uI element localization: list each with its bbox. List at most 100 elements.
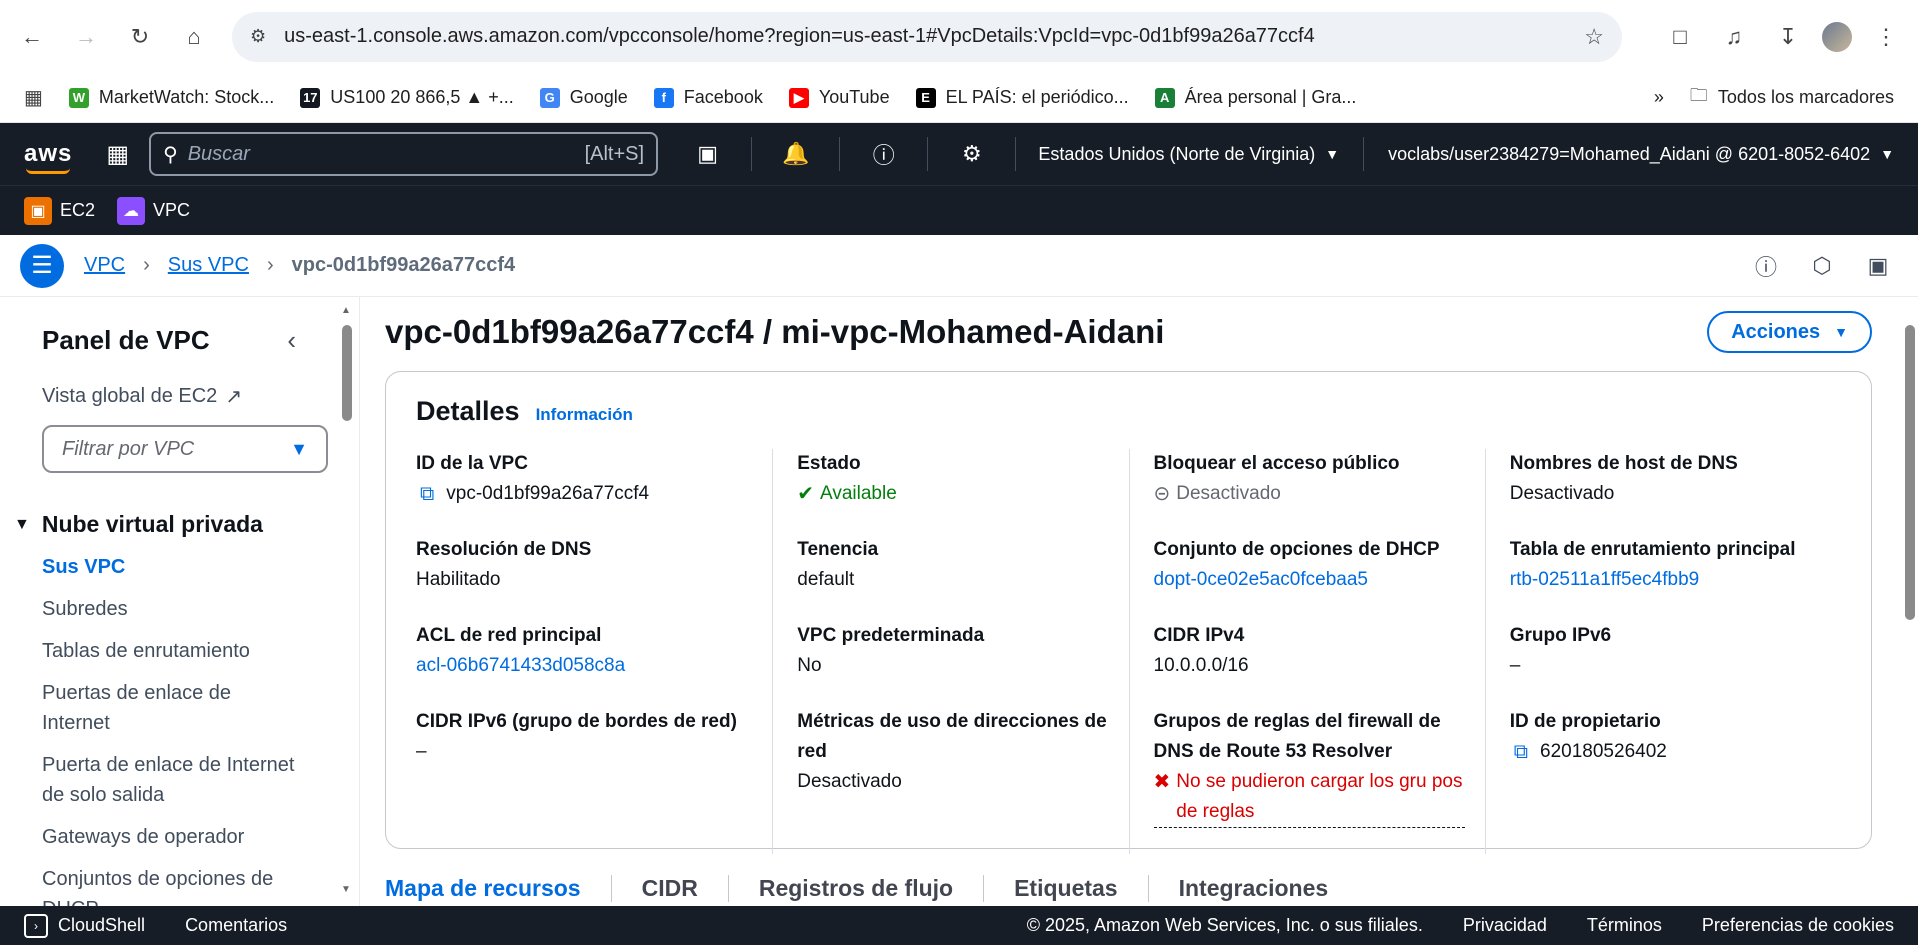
field-label: Métricas de uso de direcciones de red [797,711,1107,762]
download-icon[interactable]: ↧ [1768,17,1808,57]
cloudshell-button[interactable]: › CloudShell [24,913,145,938]
breadcrumb-current: vpc-0d1bf99a26a77ccf4 [291,254,516,276]
sidebar-item[interactable]: Subredes [42,594,300,624]
field-value[interactable]: dopt-0ce02e5ac0fcebaa5 [1154,565,1465,595]
detail-field: Tabla de enrutamiento principal rtb-02511… [1510,535,1821,595]
caret-down-icon: ▼ [1880,146,1895,162]
divider [927,137,929,171]
more-bookmarks-icon[interactable]: » [1654,87,1664,108]
reload-icon[interactable]: ↻ [120,17,160,57]
tab-1[interactable]: CIDR [610,875,728,902]
tab-2[interactable]: Registros de flujo [727,875,983,902]
media-icon[interactable]: ♫ [1714,17,1754,57]
home-icon[interactable]: ⌂ [174,17,214,57]
sidebar-item[interactable]: Gateways de operador [42,822,300,852]
url-text[interactable]: us-east-1.console.aws.amazon.com/vpccons… [284,25,1584,48]
field-label: VPC predeterminada [797,625,985,646]
field-value: – [1509,655,1521,676]
tab-4[interactable]: Integraciones [1147,875,1359,902]
copy-icon[interactable]: ⧉ [1514,737,1528,767]
detail-field: Grupos de reglas del firewall de DNS de … [1153,707,1465,828]
sidebar-item[interactable]: Conjuntos de opciones de DHCP [42,864,300,906]
field-label: ID de propietario [1509,711,1661,732]
tutorial-icon[interactable]: ▣ [1858,246,1898,286]
field-value: ✖ No se pudieron cargar los gru pos de re… [1153,767,1465,828]
account-menu[interactable]: voclabs/user2384279=Mohamed_Aidani @ 620… [1388,144,1894,165]
copyright-text: © 2025, Amazon Web Services, Inc. o sus … [1026,915,1423,935]
terms-link[interactable]: Términos [1587,915,1662,936]
bookmark-star-icon[interactable]: ☆ [1584,24,1604,50]
details-column: Estado ✔ Available Tenencia default VPC prede… [772,449,1128,854]
close-sidebar-icon[interactable]: ‹ [287,325,296,356]
sidebar-section-vpc[interactable]: ▼ Nube virtual privada [14,511,300,538]
vpc-filter-select[interactable]: Filtrar por VPC ▼ [42,425,328,473]
tab-3[interactable]: Etiquetas [983,875,1148,902]
divider [1363,137,1365,171]
all-bookmarks[interactable]: 🗀 Todos los marcadores [1690,83,1894,113]
content-scrollbar[interactable] [1904,305,1916,895]
divider [1015,137,1017,171]
address-bar[interactable]: ⚙ us-east-1.console.aws.amazon.com/vpcco… [232,11,1622,62]
field-label: ID de la VPC [416,453,528,474]
bookmark-item[interactable]: E EL PAÍS: el periódico... [915,87,1129,108]
help-icon[interactable]: ⓘ [864,134,903,174]
cloudshell-icon[interactable]: ▣ [688,134,727,174]
sidebar-item[interactable]: Puertas de enlace de Internet [42,678,300,738]
tab-0[interactable]: Mapa de recursos [385,875,611,902]
field-value[interactable]: acl-06b6741433d058c8a [416,651,752,681]
bookmark-item[interactable]: f Facebook [653,87,763,108]
bookmark-item[interactable]: G Google [539,87,628,108]
bookmark-item[interactable]: W MarketWatch: Stock... [68,87,274,108]
sidebar-item[interactable]: Sus VPC [42,552,300,582]
privacy-link[interactable]: Privacidad [1463,915,1547,936]
menu-kebab-icon[interactable]: ⋮ [1866,17,1906,57]
back-icon[interactable]: ← [12,17,52,57]
field-value: ⧉ vpc-0d1bf99a26a77ccf4 [416,479,752,509]
extensions-icon[interactable]: □ [1660,17,1700,57]
field-value[interactable]: rtb-02511a1ff5ec4fbb9 [1510,565,1821,595]
notifications-bell-icon[interactable]: 🔔 [776,134,815,174]
field-value: Desactivado [797,771,902,792]
sidebar-item[interactable]: Puerta de enlace de Internet de solo sal… [42,750,300,810]
field-label: Estado [797,453,861,474]
breadcrumb-sus-vpc[interactable]: Sus VPC [168,254,249,277]
sidebar: Panel de VPC ‹ Vista global de EC2 ↗ Fil… [0,297,360,906]
field-value: 10.0.0.0/16 [1153,655,1249,676]
info-icon[interactable]: ⓘ [1746,246,1786,286]
service-ec2[interactable]: ▣ EC2 [24,196,95,225]
notifications-icon[interactable]: ⬡ [1802,246,1842,286]
hamburger-menu-icon[interactable]: ☰ [20,243,64,288]
bookmark-item[interactable]: 17 US100 20 866,5 ▲ +... [300,87,514,108]
site-settings-icon[interactable]: ⚙ [250,26,266,47]
field-label: CIDR IPv6 (grupo de bordes de red) [416,711,737,732]
apps-grid-icon[interactable]: ▦ [24,85,43,110]
feedback-link[interactable]: Comentarios [185,915,287,936]
minus-circle-icon: ⊝ [1153,483,1171,505]
field-label: Grupos de reglas del firewall de DNS de … [1153,711,1441,762]
sidebar-scrollbar[interactable]: ▲ ▼ [341,305,353,895]
services-grid-icon[interactable]: ▦ [106,140,129,169]
profile-avatar[interactable] [1822,21,1852,52]
forward-icon[interactable]: → [66,17,106,57]
search-icon: ⚲ [163,143,178,166]
info-link[interactable]: Información [536,405,633,425]
region-selector[interactable]: Estados Unidos (Norte de Virginia) ▼ [1038,144,1339,165]
detail-field: Grupo IPv6 – [1510,621,1821,681]
bookmark-favicon-icon: f [653,87,674,108]
breadcrumb-vpc[interactable]: VPC [84,254,125,277]
detail-field: ACL de red principal acl-06b6741433d058c8… [416,621,752,681]
detail-field: ID de propietario ⧉ 620180526402 [1510,707,1821,767]
ec2-global-view-link[interactable]: Vista global de EC2 ↗ [42,384,300,409]
favorites-bar: ▣ EC2 ☁ VPC [0,185,1918,235]
bookmark-item[interactable]: ▶ YouTube [788,87,890,108]
settings-gear-icon[interactable]: ⚙ [952,134,991,174]
copy-icon[interactable]: ⧉ [420,479,434,509]
search-input[interactable]: ⚲ Buscar [Alt+S] [149,132,659,176]
sidebar-item[interactable]: Tablas de enrutamiento [42,636,300,666]
actions-button[interactable]: Acciones ▼ [1707,311,1872,353]
aws-logo[interactable]: aws [24,140,72,174]
bookmark-item[interactable]: A Área personal | Gra... [1154,87,1356,108]
detail-tabs: Mapa de recursos CIDR Registros de flujo Et… [385,875,1358,902]
service-vpc[interactable]: ☁ VPC [117,196,190,225]
cookie-preferences-link[interactable]: Preferencias de cookies [1702,915,1894,936]
